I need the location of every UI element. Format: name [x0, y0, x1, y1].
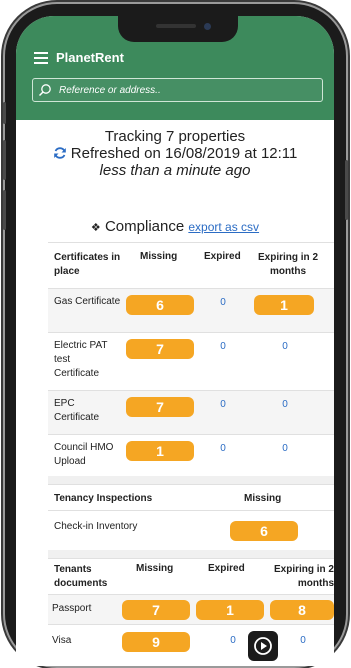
expired-count[interactable]: 0 — [218, 443, 228, 454]
table-row[interactable]: Check-in Inventory 6 — [48, 510, 334, 550]
header-inspections: Tenancy Inspections — [54, 493, 153, 504]
header-tenants: Tenants documents — [54, 564, 108, 589]
expired-count[interactable]: 0 — [218, 297, 228, 308]
header-expired: Expired — [208, 563, 245, 574]
notch — [118, 16, 238, 42]
side-button-mute — [3, 102, 6, 124]
missing-count[interactable]: 6 — [126, 295, 194, 315]
header-expiring: Expiring in 2 months — [258, 252, 319, 277]
play-icon — [254, 637, 272, 655]
refresh-icon[interactable] — [53, 146, 67, 160]
search-box[interactable] — [32, 78, 323, 102]
expired-count[interactable]: 0 — [228, 635, 238, 646]
phone-screen: PlanetRent Tracking 7 properties Refresh… — [16, 16, 334, 666]
tracking-count: Tracking 7 properties — [104, 128, 246, 145]
refresh-relative: less than a minute ago — [99, 162, 251, 179]
expiring-count[interactable]: 8 — [270, 600, 334, 620]
expired-count[interactable]: 1 — [196, 600, 264, 620]
table-row[interactable]: EPC Certificate 7 0 0 — [48, 390, 334, 434]
inspections-table: Tenancy Inspections Missing Check-in Inv… — [48, 484, 334, 550]
expiring-count[interactable]: 0 — [280, 443, 290, 454]
app-title[interactable]: PlanetRent — [56, 50, 124, 65]
tracking-info: Tracking 7 properties Refreshed on 16/08… — [16, 128, 334, 179]
missing-count[interactable]: 1 — [126, 441, 194, 461]
speaker — [156, 24, 196, 28]
table-header: Tenants documents Missing Expired Expiri… — [48, 558, 334, 594]
side-button-power — [345, 160, 348, 220]
table-row[interactable]: Passport 7 1 8 — [48, 594, 334, 624]
table-header: Certificates in place Missing Expired Ex… — [48, 242, 334, 288]
row-label: Council HMO Upload — [54, 442, 114, 467]
search-input[interactable] — [59, 81, 309, 99]
header-certificates: Certificates in place — [54, 252, 121, 277]
row-label: Gas Certificate — [54, 296, 121, 307]
compliance-title: Compliance — [104, 218, 185, 235]
tenants-table: Tenants documents Missing Expired Expiri… — [48, 558, 334, 654]
hamburger-icon[interactable] — [34, 52, 48, 64]
expiring-count[interactable]: 0 — [280, 399, 290, 410]
missing-count[interactable]: 7 — [122, 600, 190, 620]
compliance-heading: ❖ Compliance export as csv — [16, 218, 334, 235]
table-row[interactable]: Gas Certificate 6 0 1 — [48, 288, 334, 332]
expiring-count[interactable]: 0 — [298, 635, 308, 646]
expiring-count[interactable]: 0 — [280, 341, 290, 352]
search-icon — [38, 84, 51, 97]
row-label: Check-in Inventory — [54, 521, 138, 532]
refresh-timestamp: Refreshed on 16/08/2019 at 12:11 — [70, 145, 298, 162]
missing-count[interactable]: 9 — [122, 632, 190, 652]
header-missing: Missing — [140, 251, 178, 262]
refresh-line: Refreshed on 16/08/2019 at 12:11 — [16, 145, 334, 162]
table-header: Tenancy Inspections Missing — [48, 484, 334, 510]
home-icon: ❖ — [90, 222, 101, 234]
compliance-table: Certificates in place Missing Expired Ex… — [48, 242, 334, 474]
section-separator — [48, 550, 334, 558]
header-missing: Missing — [136, 563, 174, 574]
table-row[interactable]: Council HMO Upload 1 0 0 — [48, 434, 334, 474]
table-row[interactable]: Visa 9 0 0 — [48, 624, 334, 654]
row-label: Visa — [52, 635, 72, 646]
section-separator — [48, 476, 334, 484]
expired-count[interactable]: 0 — [218, 341, 228, 352]
header-expiring: Expiring in 2 months — [273, 564, 334, 589]
header-missing: Missing — [244, 493, 282, 504]
missing-count[interactable]: 7 — [126, 339, 194, 359]
export-csv-link[interactable]: export as csv — [188, 220, 259, 234]
expired-count[interactable]: 0 — [218, 399, 228, 410]
front-camera — [204, 23, 211, 30]
table-row[interactable]: Electric PAT test Certificate 7 0 0 — [48, 332, 334, 390]
missing-count[interactable]: 6 — [230, 521, 298, 541]
expiring-count[interactable]: 1 — [254, 295, 314, 315]
side-button-volume-down — [3, 190, 6, 230]
row-label: Passport — [52, 603, 92, 614]
side-button-volume-up — [3, 140, 6, 180]
play-button[interactable] — [248, 631, 278, 661]
header-expired: Expired — [204, 251, 241, 262]
row-label: Electric PAT test Certificate — [54, 340, 108, 379]
missing-count[interactable]: 7 — [126, 397, 194, 417]
row-label: EPC Certificate — [54, 398, 100, 423]
